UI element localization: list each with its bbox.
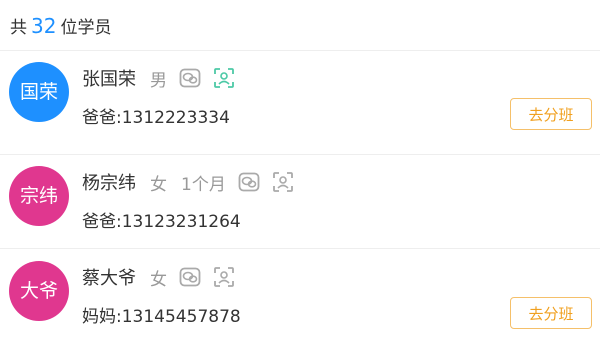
divider xyxy=(0,248,600,249)
student-row[interactable]: 大爷 蔡大爷 女 妈妈:13145457878 去分班 xyxy=(0,250,600,342)
parent-phone: 妈妈:13145457878 xyxy=(82,307,241,327)
student-info-line: 张国荣 男 xyxy=(82,65,235,91)
count-prefix: 共 xyxy=(10,18,27,38)
wechat-icon xyxy=(179,266,201,288)
student-info-line: 杨宗纬 女 1个月 xyxy=(82,169,294,195)
face-scan-icon xyxy=(272,171,294,193)
student-row[interactable]: 国荣 张国荣 男 爸爸:1312223334 去分班 xyxy=(0,51,600,143)
student-name: 蔡大爷 xyxy=(82,268,136,289)
assign-class-button[interactable]: 去分班 xyxy=(510,98,592,130)
student-count: 32 xyxy=(31,14,57,38)
count-suffix: 位学员 xyxy=(60,18,112,38)
student-gender: 男 xyxy=(150,70,167,91)
wechat-icon xyxy=(179,67,201,89)
student-name: 杨宗纬 xyxy=(82,173,136,194)
student-row[interactable]: 宗纬 杨宗纬 女 1个月 爸爸:13123231264 xyxy=(0,155,600,247)
avatar: 大爷 xyxy=(9,261,69,321)
student-count-header: 共 32 位学员 xyxy=(10,10,111,42)
student-name: 张国荣 xyxy=(82,69,136,90)
avatar: 国荣 xyxy=(9,62,69,122)
student-info-line: 蔡大爷 女 xyxy=(82,264,235,290)
assign-class-button[interactable]: 去分班 xyxy=(510,297,592,329)
student-gender: 女 xyxy=(150,174,167,195)
parent-phone: 爸爸:1312223334 xyxy=(82,108,230,128)
student-age: 1个月 xyxy=(181,174,226,195)
student-gender: 女 xyxy=(150,269,167,290)
parent-phone: 爸爸:13123231264 xyxy=(82,212,241,232)
wechat-icon xyxy=(238,171,260,193)
face-scan-icon xyxy=(213,266,235,288)
avatar: 宗纬 xyxy=(9,166,69,226)
face-scan-icon xyxy=(213,67,235,89)
